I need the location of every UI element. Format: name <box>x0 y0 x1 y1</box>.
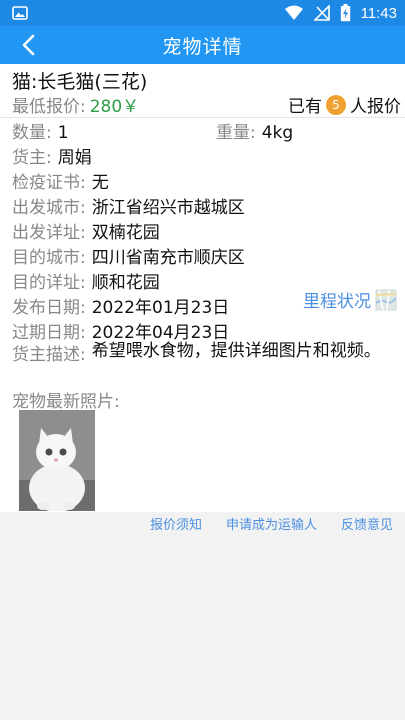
origin-city-value: 浙江省绍兴市越城区 <box>91 198 245 218</box>
bid-count-badge: 5 <box>326 94 346 115</box>
status-time: 11:43 <box>360 4 397 22</box>
weight-label: 重量: <box>216 123 256 143</box>
owner-label: 货主: <box>12 148 52 168</box>
destination-city-row: 目的城市: 四川省南充市顺庆区 <box>12 243 245 268</box>
quarantine-value: 无 <box>91 173 109 193</box>
origin-address-label: 出发详址: <box>12 223 86 243</box>
publish-date-row: 发布日期: 2022年01月23日 <box>12 293 229 318</box>
pet-detail-content: 猫:长毛猫(三花) 最低报价: 280￥ 已有 5 人报价 数量: 1 重量: 4kg… <box>0 64 405 512</box>
feedback-link[interactable]: 反馈意见 <box>341 514 393 533</box>
latest-photo-label: 宠物最新照片: <box>12 392 120 412</box>
pet-photo[interactable] <box>19 410 95 511</box>
destination-address-row: 目的详址: 顺和花园 <box>12 268 160 293</box>
weight-value: 4kg <box>261 123 294 143</box>
owner-description-value: 希望喂水食物，提供详细图片和视频。 <box>91 341 381 361</box>
image-icon <box>12 6 28 20</box>
owner-description-row: 货主描述: 希望喂水食物，提供详细图片和视频。 <box>12 340 397 365</box>
map-icon <box>375 289 397 310</box>
owner-description-label: 货主描述: <box>12 345 86 365</box>
publish-date-label: 发布日期: <box>12 298 86 318</box>
bid-count-row: 已有 5 人报价 <box>288 92 401 117</box>
battery-charging-icon <box>340 4 351 22</box>
destination-city-value: 四川省南充市顺庆区 <box>91 248 245 268</box>
quantity-label: 数量: <box>12 123 52 143</box>
owner-row: 货主: 周娟 <box>12 143 92 168</box>
origin-city-row: 出发城市: 浙江省绍兴市越城区 <box>12 193 245 218</box>
quarantine-row: 检疫证书: 无 <box>12 168 109 193</box>
bid-prefix: 已有 <box>288 97 322 117</box>
quarantine-label: 检疫证书: <box>12 173 86 193</box>
wifi-icon <box>284 5 304 21</box>
quote-notice-link[interactable]: 报价须知 <box>150 514 202 533</box>
origin-address-value: 双楠花园 <box>91 223 160 243</box>
bid-suffix: 人报价 <box>350 97 401 117</box>
price-row: 最低报价: 280￥ 已有 5 人报价 <box>12 92 401 117</box>
origin-address-row: 出发详址: 双楠花园 <box>12 218 160 243</box>
quantity-value: 1 <box>57 123 69 143</box>
mileage-label: 里程状况 <box>303 292 371 312</box>
price-label: 最低报价: <box>12 97 86 117</box>
status-icons: 11:43 <box>284 4 397 22</box>
footer-background <box>0 512 405 720</box>
destination-address-label: 目的详址: <box>12 273 86 293</box>
pet-name: 猫:长毛猫(三花) <box>12 71 148 93</box>
weight-row: 重量: 4kg <box>216 118 293 143</box>
apply-transporter-link[interactable]: 申请成为运输人 <box>226 514 317 533</box>
page-title: 宠物详情 <box>162 35 243 58</box>
origin-city-label: 出发城市: <box>12 198 86 218</box>
price-value: 280￥ <box>89 97 140 117</box>
app-bar: 宠物详情 <box>0 26 405 64</box>
back-chevron-icon <box>22 34 35 56</box>
quantity-row: 数量: 1 <box>12 118 69 143</box>
status-bar: 11:43 <box>0 0 405 26</box>
destination-address-value: 顺和花园 <box>91 273 160 293</box>
owner-value: 周娟 <box>57 148 92 168</box>
destination-city-label: 目的城市: <box>12 248 86 268</box>
footer-links: 报价须知 申请成为运输人 反馈意见 <box>150 514 393 533</box>
mileage-status-link[interactable]: 里程状况 <box>303 287 397 312</box>
signal-icon <box>313 5 330 21</box>
publish-date-value: 2022年01月23日 <box>91 298 230 318</box>
back-button[interactable] <box>14 32 42 58</box>
